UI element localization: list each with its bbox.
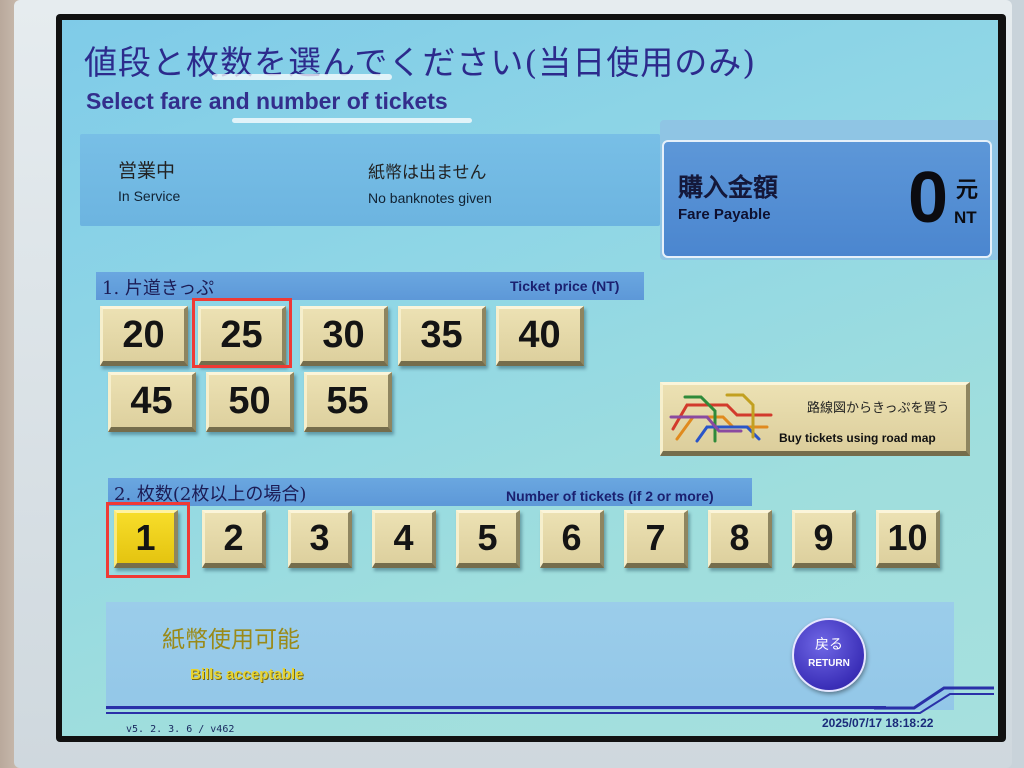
fare-payable-box: 購入金額 Fare Payable 0 元 NT [662, 140, 992, 258]
fare-button-35[interactable]: 35 [398, 306, 486, 366]
fare-unit-en: NT [954, 208, 977, 227]
decorative-stripe [106, 712, 896, 714]
screen-glare [232, 118, 472, 123]
fare-button-25[interactable]: 25 [198, 306, 286, 366]
decorative-stripe-curve [874, 686, 994, 714]
route-lines [669, 393, 773, 443]
ticket-count-button-7[interactable]: 7 [624, 510, 688, 568]
fare-button-55[interactable]: 55 [304, 372, 392, 432]
ticket-count-button-10[interactable]: 10 [876, 510, 940, 568]
banknote-notice-en: No banknotes given [368, 190, 492, 206]
bills-acceptable-jp: 紙幣使用可能 [162, 627, 300, 653]
fare-button-40[interactable]: 40 [496, 306, 584, 366]
ticket-machine-display: 値段と枚数を選んでください(当日使用のみ) Select fare and nu… [62, 20, 998, 736]
ticket-count-button-2[interactable]: 2 [202, 510, 266, 568]
ticket-price-section-header: 1. 片道きっぷ Ticket price (NT) [96, 272, 644, 300]
ticket-count-section-label-en: Number of tickets (if 2 or more) [506, 488, 714, 504]
fare-unit-jp: 元 [956, 177, 979, 203]
ticket-count-section-label-jp: 2. 枚数(2枚以上の場合) [114, 484, 307, 505]
ticket-count-button-6[interactable]: 6 [540, 510, 604, 568]
page-title-en: Select fare and number of tickets [86, 88, 448, 114]
page-title-jp: 値段と枚数を選んでください(当日使用のみ) [84, 43, 757, 82]
service-status-jp: 営業中 [118, 160, 176, 182]
ticket-count-button-9[interactable]: 9 [792, 510, 856, 568]
software-version: v5. 2. 3. 6 / v462 [126, 724, 235, 735]
ticket-count-button-8[interactable]: 8 [708, 510, 772, 568]
ticket-count-button-3[interactable]: 3 [288, 510, 352, 568]
fare-label-jp: 購入金額 [678, 173, 779, 202]
screen-glare [212, 74, 392, 80]
ticket-price-section-label-en: Ticket price (NT) [510, 278, 620, 294]
ticket-count-section-header: 2. 枚数(2枚以上の場合) Number of tickets (if 2 o… [108, 478, 752, 506]
route-line [695, 425, 761, 443]
route-map-icon [669, 393, 773, 443]
decorative-stripe [106, 706, 886, 709]
return-label-en: RETURN [808, 658, 850, 669]
bills-acceptable-en: Bills acceptable [190, 666, 304, 683]
service-status-en: In Service [118, 188, 181, 204]
fare-label-en: Fare Payable [678, 206, 771, 223]
route-map-label-en: Buy tickets using road map [779, 431, 936, 445]
banknote-notice-jp: 紙幣は出ません [368, 163, 487, 183]
fare-button-50[interactable]: 50 [206, 372, 294, 432]
fare-amount: 0 [908, 158, 949, 238]
status-panel: 営業中 In Service 紙幣は出ません No banknotes give… [80, 134, 660, 226]
return-button[interactable]: 戻る RETURN [792, 618, 866, 692]
ticket-count-button-1[interactable]: 1 [114, 510, 178, 568]
fare-button-30[interactable]: 30 [300, 306, 388, 366]
fare-button-20[interactable]: 20 [100, 306, 188, 366]
ticket-count-button-4[interactable]: 4 [372, 510, 436, 568]
ticket-count-button-5[interactable]: 5 [456, 510, 520, 568]
current-datetime: 2025/07/17 18:18:22 [822, 716, 934, 730]
route-map-label-jp: 路線図からきっぷを買う [807, 401, 950, 416]
return-label-jp: 戻る [815, 637, 843, 653]
ticket-price-section-label-jp: 1. 片道きっぷ [102, 278, 215, 299]
fare-button-45[interactable]: 45 [108, 372, 196, 432]
route-map-button[interactable]: 路線図からきっぷを買う Buy tickets using road map [660, 382, 970, 456]
